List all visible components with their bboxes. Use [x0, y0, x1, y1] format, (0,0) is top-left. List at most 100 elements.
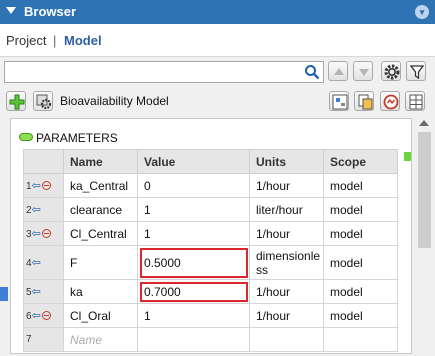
copy-icon: [358, 94, 373, 110]
table-header-row: Name Value Units Scope: [23, 149, 398, 174]
arrow-left-icon[interactable]: ⇦: [32, 286, 41, 298]
row-number-cell: 5⇦: [23, 279, 64, 304]
model-settings-button[interactable]: [33, 91, 53, 111]
parameters-pill-icon: [19, 133, 33, 141]
filter-icon: [409, 65, 425, 80]
column-header-scope[interactable]: Scope: [323, 149, 398, 174]
table-view-button[interactable]: [405, 91, 425, 111]
scope-cell[interactable]: model: [323, 221, 398, 246]
new-name-cell[interactable]: Name: [63, 327, 138, 352]
search-icon[interactable]: [304, 64, 320, 80]
search-input[interactable]: [5, 62, 295, 82]
units-cell[interactable]: 1/hour: [249, 303, 324, 328]
scope-cell[interactable]: model: [323, 245, 398, 280]
browser-title: Browser: [24, 4, 77, 19]
table-row[interactable]: 5⇦ ka 0.7000 1/hour model: [23, 279, 398, 304]
breadcrumb-project[interactable]: Project: [6, 33, 46, 48]
value-cell-highlighted[interactable]: 0.7000: [137, 279, 250, 304]
name-cell[interactable]: clearance: [63, 197, 138, 222]
arrow-left-icon[interactable]: ⇦: [32, 310, 41, 322]
add-button[interactable]: [6, 91, 26, 111]
view-diagram-button[interactable]: [329, 91, 349, 111]
delete-icon[interactable]: [41, 311, 51, 320]
corner-cell: [23, 149, 64, 174]
units-cell[interactable]: 1/hour: [249, 173, 324, 198]
selection-marker: [0, 287, 8, 301]
scope-cell[interactable]: model: [323, 279, 398, 304]
name-cell[interactable]: F: [63, 245, 138, 280]
scrollbar-thumb[interactable]: [418, 132, 431, 248]
units-cell[interactable]: [249, 327, 324, 352]
name-cell[interactable]: Cl_Oral: [63, 303, 138, 328]
parameters-section-header[interactable]: PARAMETERS: [19, 131, 118, 145]
table-row[interactable]: 2⇦ clearance 1 liter/hour model: [23, 197, 398, 222]
copy-button[interactable]: [354, 91, 374, 111]
status-indicator: [404, 152, 411, 161]
table-icon: [409, 94, 423, 110]
search-field[interactable]: [4, 61, 324, 83]
column-header-name[interactable]: Name: [63, 149, 138, 174]
row-number: 7: [26, 334, 32, 345]
table-row[interactable]: 3⇦ Cl_Central 1 1/hour model: [23, 221, 398, 246]
delete-icon[interactable]: [41, 229, 51, 238]
value-cell[interactable]: 1: [137, 221, 250, 246]
scope-cell[interactable]: [323, 327, 398, 352]
row-number-cell: 7: [23, 327, 64, 352]
breadcrumb-separator: |: [53, 33, 57, 48]
table-row-new[interactable]: 7 Name: [23, 327, 398, 352]
value-cell[interactable]: 1: [137, 303, 250, 328]
scope-cell[interactable]: model: [323, 197, 398, 222]
breadcrumb-model[interactable]: Model: [64, 33, 102, 48]
row-number-cell: 1⇦: [23, 173, 64, 198]
model-name: Bioavailability Model: [60, 94, 169, 108]
plus-icon: [9, 94, 25, 110]
column-header-value[interactable]: Value: [137, 149, 250, 174]
filter-button[interactable]: [406, 61, 426, 81]
row-number-cell: 6⇦: [23, 303, 64, 328]
triangle-down-icon: [359, 69, 369, 76]
arrow-left-icon[interactable]: ⇦: [32, 257, 41, 269]
units-cell[interactable]: 1/hour: [249, 221, 324, 246]
diagram-icon: [332, 94, 348, 110]
gear-icon: [384, 64, 400, 80]
value-cell[interactable]: 1: [137, 197, 250, 222]
arrow-left-icon[interactable]: ⇦: [32, 228, 41, 240]
column-header-units[interactable]: Units: [249, 149, 324, 174]
stop-circle-icon: [383, 94, 399, 110]
next-match-button[interactable]: [353, 61, 373, 81]
breadcrumb: Project | Model: [0, 24, 435, 57]
previous-match-button[interactable]: [328, 61, 348, 81]
units-cell[interactable]: dimensionless: [249, 245, 324, 280]
collapse-triangle-icon[interactable]: [6, 7, 16, 14]
units-text: dimensionless: [256, 248, 321, 277]
browser-titlebar: Browser ▾: [0, 0, 435, 24]
name-cell[interactable]: Cl_Central: [63, 221, 138, 246]
model-gear-icon: [36, 94, 52, 110]
table-row[interactable]: 4⇦ F 0.5000 dimensionless model: [23, 245, 398, 280]
name-cell[interactable]: ka_Central: [63, 173, 138, 198]
parameters-header-label: PARAMETERS: [36, 131, 118, 145]
units-cell[interactable]: liter/hour: [249, 197, 324, 222]
arrow-left-icon[interactable]: ⇦: [32, 204, 41, 216]
value-cell[interactable]: 0: [137, 173, 250, 198]
chevron-down-icon[interactable]: ▾: [415, 5, 429, 19]
row-number-cell: 4⇦: [23, 245, 64, 280]
settings-button[interactable]: [381, 61, 401, 81]
arrow-left-icon[interactable]: ⇦: [32, 180, 41, 192]
row-number-cell: 2⇦: [23, 197, 64, 222]
table-row[interactable]: 1⇦ ka_Central 0 1/hour model: [23, 173, 398, 198]
vertical-scrollbar[interactable]: [416, 118, 433, 354]
scope-cell[interactable]: model: [323, 303, 398, 328]
table-row[interactable]: 6⇦ Cl_Oral 1 1/hour model: [23, 303, 398, 328]
row-number-cell: 3⇦: [23, 221, 64, 246]
name-cell[interactable]: ka: [63, 279, 138, 304]
delete-icon[interactable]: [41, 181, 51, 190]
value-cell[interactable]: [137, 327, 250, 352]
scroll-up-icon[interactable]: [419, 120, 429, 126]
value-cell-highlighted[interactable]: 0.5000: [137, 245, 250, 280]
triangle-up-icon: [334, 68, 344, 75]
parameters-table: Name Value Units Scope 1⇦ ka_Central 0 1…: [23, 149, 398, 352]
units-cell[interactable]: 1/hour: [249, 279, 324, 304]
scope-cell[interactable]: model: [323, 173, 398, 198]
simulate-button[interactable]: [380, 91, 400, 111]
